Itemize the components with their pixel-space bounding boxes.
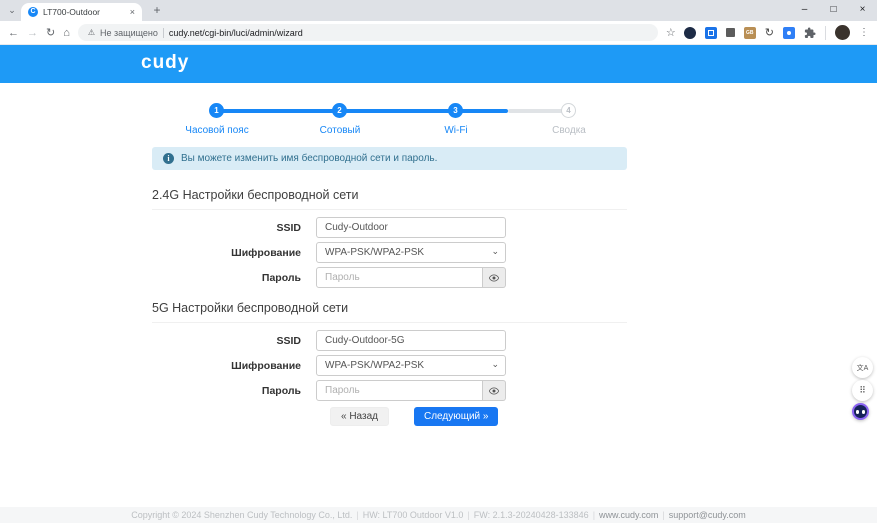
step-4-dot[interactable]: 4 <box>561 103 576 118</box>
translate-icon[interactable]: 文A <box>852 357 873 378</box>
section-2g4-wireless: 2.4G Настройки беспроводной сети SSID Ши… <box>152 189 627 288</box>
browser-toolbar: ← → ↻ ⌂ ⚠ Не защищено cudy.net/cgi-bin/l… <box>0 21 877 45</box>
omnibox-divider <box>163 28 164 38</box>
footer-fw-version: FW: 2.1.3-20240428-133846 <box>474 510 589 520</box>
step-3-dot[interactable]: 3 <box>448 103 463 118</box>
ssid-label: SSID <box>152 335 301 347</box>
cudy-logo: cudy <box>141 52 189 74</box>
show-password-button[interactable] <box>483 267 506 288</box>
toolbar-divider <box>825 26 826 40</box>
sync-extension-icon[interactable]: ↻ <box>765 26 774 39</box>
maximize-button[interactable]: □ <box>819 0 848 21</box>
footer-hw-version: HW: LT700 Outdoor V1.0 <box>363 510 464 520</box>
ssid-row: SSID <box>152 217 627 238</box>
extension-icon[interactable] <box>684 27 696 39</box>
stepper-line <box>216 109 339 113</box>
password-input-2g4[interactable] <box>316 267 483 288</box>
encryption-row: Шифрование WPA-PSK/WPA2-PSK ⌄ <box>152 355 627 376</box>
extension-icon[interactable] <box>783 27 795 39</box>
tab-search-icon[interactable]: ⌄ <box>5 4 19 18</box>
cudy-favicon-icon: C <box>28 7 38 17</box>
url-text[interactable]: cudy.net/cgi-bin/luci/admin/wizard <box>169 28 303 38</box>
info-banner: i Вы можете изменить имя беспроводной се… <box>152 147 627 170</box>
extensions-puzzle-icon[interactable] <box>804 27 816 39</box>
info-banner-text: Вы можете изменить имя беспроводной сети… <box>181 153 437 164</box>
next-button[interactable]: Следующий » <box>414 407 498 426</box>
ssid-row: SSID <box>152 330 627 351</box>
encryption-label: Шифрование <box>152 247 301 259</box>
password-label: Пароль <box>152 385 301 397</box>
bookmark-star-icon[interactable]: ☆ <box>666 26 676 39</box>
footer-email-link[interactable]: support@cudy.com <box>669 510 746 520</box>
section-title: 2.4G Настройки беспроводной сети <box>152 189 627 210</box>
ssid-label: SSID <box>152 222 301 234</box>
page-footer: Copyright © 2024 Shenzhen Cudy Technolog… <box>0 507 877 523</box>
eye-icon <box>489 274 499 282</box>
password-row: Пароль <box>152 380 627 401</box>
security-label[interactable]: Не защищено <box>100 28 158 38</box>
wizard-buttons: « Назад Следующий » <box>152 407 627 426</box>
stepper-line <box>339 109 455 113</box>
footer-separator: | <box>593 510 595 520</box>
back-button[interactable]: « Назад <box>330 407 389 426</box>
profile-avatar[interactable] <box>835 25 850 40</box>
setup-wizard: 1 2 3 4 Часовой пояс Сотовый Wi-Fi Сводк… <box>152 103 627 426</box>
footer-copyright: Copyright © 2024 Shenzhen Cudy Technolog… <box>131 510 352 520</box>
back-icon[interactable]: ← <box>8 27 19 39</box>
encryption-label: Шифрование <box>152 360 301 372</box>
step-1-label: Часовой пояс <box>157 125 277 136</box>
browser-window: ⌄ C LT700-Outdoor × + – □ × ← → ↻ ⌂ ⚠ Не… <box>0 0 877 523</box>
stepper-line <box>508 109 569 113</box>
wizard-stepper: 1 2 3 4 Часовой пояс Сотовый Wi-Fi Сводк… <box>152 103 627 139</box>
section-title: 5G Настройки беспроводной сети <box>152 302 627 323</box>
browser-menu-icon[interactable]: ⋮ <box>859 27 869 38</box>
password-row: Пароль <box>152 267 627 288</box>
home-icon[interactable]: ⌂ <box>63 27 70 39</box>
close-button[interactable]: × <box>848 0 877 21</box>
step-2-label: Сотовый <box>280 125 400 136</box>
browser-tab[interactable]: C LT700-Outdoor × <box>21 3 142 21</box>
tab-title: LT700-Outdoor <box>43 7 126 17</box>
extension-icon[interactable]: GB <box>744 27 756 39</box>
info-icon: i <box>163 153 174 164</box>
ssid-input-2g4[interactable] <box>316 217 506 238</box>
password-input-5g[interactable] <box>316 380 483 401</box>
step-4-label: Сводка <box>509 125 629 136</box>
footer-website-link[interactable]: www.cudy.com <box>599 510 658 520</box>
window-controls: – □ × <box>790 0 877 21</box>
floating-tools: 文A ⠿ <box>852 357 874 420</box>
forward-icon[interactable]: → <box>27 27 38 39</box>
not-secure-warning-icon[interactable]: ⚠ <box>88 28 95 37</box>
ai-assistant-icon[interactable] <box>852 403 869 420</box>
extension-icon[interactable] <box>705 27 717 39</box>
step-2-dot[interactable]: 2 <box>332 103 347 118</box>
footer-separator: | <box>356 510 358 520</box>
minimize-button[interactable]: – <box>790 0 819 21</box>
new-tab-button[interactable]: + <box>149 3 165 19</box>
address-bar[interactable]: ⚠ Не защищено cudy.net/cgi-bin/luci/admi… <box>78 24 658 41</box>
section-5g-wireless: 5G Настройки беспроводной сети SSID Шифр… <box>152 302 627 401</box>
apps-grid-icon[interactable]: ⠿ <box>852 380 873 401</box>
step-3-label: Wi-Fi <box>396 125 516 136</box>
extension-icon[interactable] <box>726 28 735 37</box>
tab-strip: ⌄ C LT700-Outdoor × + – □ × <box>0 0 877 21</box>
step-1-dot[interactable]: 1 <box>209 103 224 118</box>
ssid-input-5g[interactable] <box>316 330 506 351</box>
encryption-select-5g[interactable]: WPA-PSK/WPA2-PSK <box>316 355 506 376</box>
encryption-row: Шифрование WPA-PSK/WPA2-PSK ⌄ <box>152 242 627 263</box>
footer-separator: | <box>662 510 664 520</box>
reload-icon[interactable]: ↻ <box>46 26 55 39</box>
show-password-button[interactable] <box>483 380 506 401</box>
eye-icon <box>489 387 499 395</box>
encryption-select-2g4[interactable]: WPA-PSK/WPA2-PSK <box>316 242 506 263</box>
password-label: Пароль <box>152 272 301 284</box>
footer-separator: | <box>467 510 469 520</box>
page-content: cudy 1 2 3 4 Часовой пояс Сотовый Wi-Fi … <box>0 45 877 523</box>
site-header: cudy <box>0 45 877 83</box>
extensions-area: GB ↻ ⋮ <box>684 25 869 40</box>
tab-close-icon[interactable]: × <box>130 7 135 17</box>
